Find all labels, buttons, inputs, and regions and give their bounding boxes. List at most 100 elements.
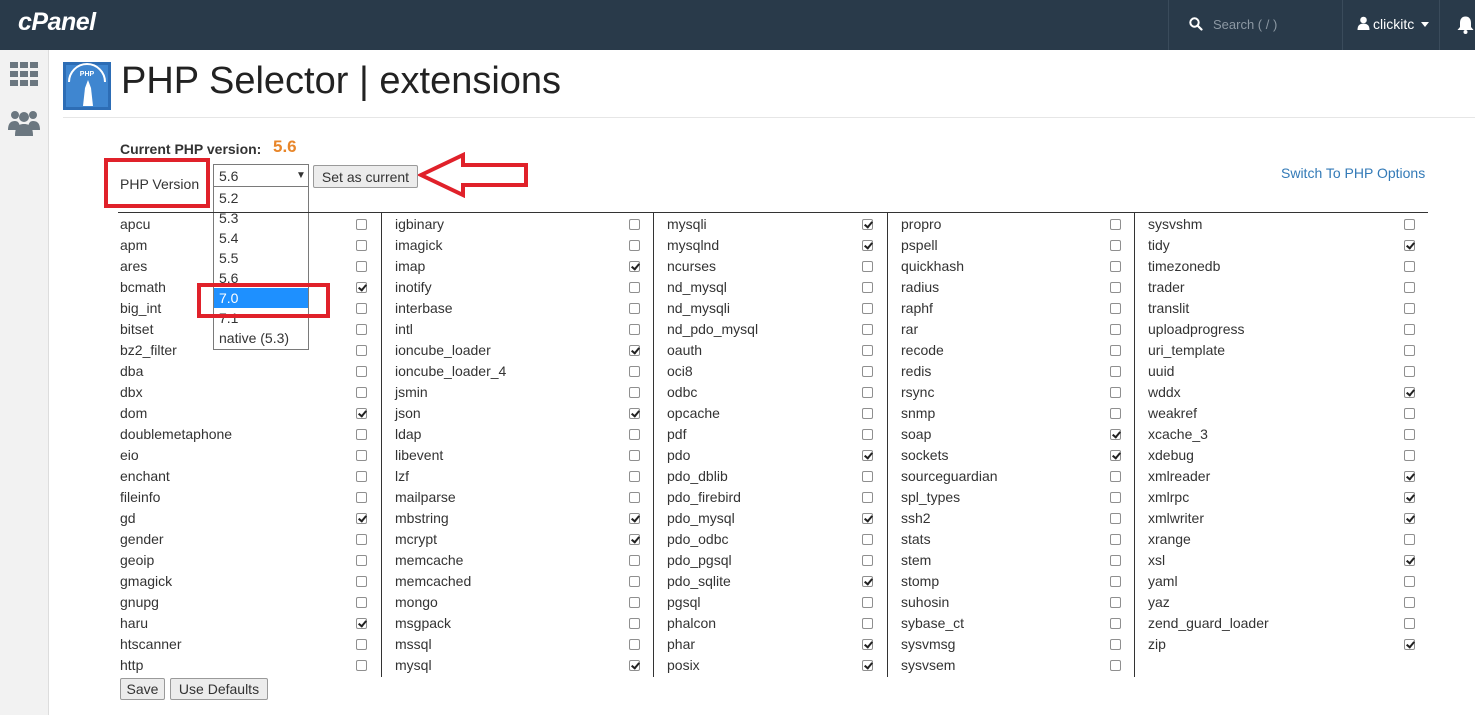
- extension-checkbox[interactable]: [356, 639, 367, 650]
- set-as-current-button[interactable]: Set as current: [313, 165, 418, 188]
- extension-checkbox[interactable]: [1404, 534, 1415, 545]
- extension-checkbox[interactable]: [629, 534, 640, 545]
- extension-checkbox[interactable]: [862, 534, 873, 545]
- extension-checkbox[interactable]: [862, 303, 873, 314]
- extension-checkbox[interactable]: [862, 555, 873, 566]
- search-input[interactable]: [1213, 14, 1333, 34]
- extension-checkbox[interactable]: [862, 240, 873, 251]
- extension-checkbox[interactable]: [629, 303, 640, 314]
- extension-checkbox[interactable]: [356, 429, 367, 440]
- extension-checkbox[interactable]: [862, 618, 873, 629]
- extension-checkbox[interactable]: [1404, 345, 1415, 356]
- extension-checkbox[interactable]: [1110, 282, 1121, 293]
- extension-checkbox[interactable]: [1404, 555, 1415, 566]
- extension-checkbox[interactable]: [862, 660, 873, 671]
- extension-checkbox[interactable]: [629, 219, 640, 230]
- bell-icon[interactable]: [1456, 15, 1475, 35]
- switch-to-php-options-link[interactable]: Switch To PHP Options: [1281, 165, 1425, 181]
- save-button[interactable]: Save: [120, 678, 165, 700]
- extension-checkbox[interactable]: [862, 282, 873, 293]
- extension-checkbox[interactable]: [1404, 219, 1415, 230]
- extension-checkbox[interactable]: [629, 408, 640, 419]
- extension-checkbox[interactable]: [862, 408, 873, 419]
- extension-checkbox[interactable]: [1110, 345, 1121, 356]
- extension-checkbox[interactable]: [356, 240, 367, 251]
- extension-checkbox[interactable]: [1110, 429, 1121, 440]
- extension-checkbox[interactable]: [629, 387, 640, 398]
- extension-checkbox[interactable]: [629, 240, 640, 251]
- users-icon[interactable]: [8, 108, 40, 136]
- extension-checkbox[interactable]: [862, 492, 873, 503]
- extension-checkbox[interactable]: [862, 597, 873, 608]
- extension-checkbox[interactable]: [629, 282, 640, 293]
- extension-checkbox[interactable]: [356, 618, 367, 629]
- extension-checkbox[interactable]: [356, 366, 367, 377]
- extension-checkbox[interactable]: [1404, 618, 1415, 629]
- extension-checkbox[interactable]: [862, 366, 873, 377]
- extension-checkbox[interactable]: [356, 660, 367, 671]
- extension-checkbox[interactable]: [356, 576, 367, 587]
- extension-checkbox[interactable]: [862, 513, 873, 524]
- extension-checkbox[interactable]: [356, 219, 367, 230]
- extension-checkbox[interactable]: [1404, 639, 1415, 650]
- extension-checkbox[interactable]: [862, 471, 873, 482]
- extension-checkbox[interactable]: [356, 513, 367, 524]
- extension-checkbox[interactable]: [862, 639, 873, 650]
- extension-checkbox[interactable]: [629, 597, 640, 608]
- search-box[interactable]: [1168, 0, 1343, 50]
- extension-checkbox[interactable]: [356, 492, 367, 503]
- extension-checkbox[interactable]: [629, 555, 640, 566]
- extension-checkbox[interactable]: [1404, 576, 1415, 587]
- extension-checkbox[interactable]: [1110, 261, 1121, 272]
- extension-checkbox[interactable]: [356, 555, 367, 566]
- extension-checkbox[interactable]: [1404, 303, 1415, 314]
- extension-checkbox[interactable]: [356, 471, 367, 482]
- extension-checkbox[interactable]: [1404, 366, 1415, 377]
- extension-checkbox[interactable]: [862, 345, 873, 356]
- extension-checkbox[interactable]: [862, 429, 873, 440]
- extension-checkbox[interactable]: [1110, 513, 1121, 524]
- extension-checkbox[interactable]: [629, 366, 640, 377]
- extension-checkbox[interactable]: [1110, 618, 1121, 629]
- extension-checkbox[interactable]: [862, 450, 873, 461]
- extension-checkbox[interactable]: [862, 387, 873, 398]
- extension-checkbox[interactable]: [356, 345, 367, 356]
- extension-checkbox[interactable]: [862, 576, 873, 587]
- extension-checkbox[interactable]: [629, 618, 640, 629]
- extension-checkbox[interactable]: [629, 492, 640, 503]
- extension-checkbox[interactable]: [356, 324, 367, 335]
- extension-checkbox[interactable]: [629, 513, 640, 524]
- extension-checkbox[interactable]: [356, 534, 367, 545]
- extension-checkbox[interactable]: [1404, 597, 1415, 608]
- extension-checkbox[interactable]: [1110, 576, 1121, 587]
- extension-checkbox[interactable]: [629, 324, 640, 335]
- extension-checkbox[interactable]: [1110, 555, 1121, 566]
- extension-checkbox[interactable]: [1110, 303, 1121, 314]
- extension-checkbox[interactable]: [629, 450, 640, 461]
- extension-checkbox[interactable]: [1404, 471, 1415, 482]
- extension-checkbox[interactable]: [1110, 534, 1121, 545]
- extension-checkbox[interactable]: [1110, 366, 1121, 377]
- extension-checkbox[interactable]: [1404, 387, 1415, 398]
- extension-checkbox[interactable]: [629, 639, 640, 650]
- extension-checkbox[interactable]: [1404, 513, 1415, 524]
- extension-checkbox[interactable]: [629, 345, 640, 356]
- extension-checkbox[interactable]: [356, 597, 367, 608]
- extension-checkbox[interactable]: [1110, 450, 1121, 461]
- extension-checkbox[interactable]: [862, 324, 873, 335]
- apps-grid-icon[interactable]: [10, 62, 38, 86]
- extension-checkbox[interactable]: [1110, 597, 1121, 608]
- extension-checkbox[interactable]: [356, 282, 367, 293]
- extension-checkbox[interactable]: [1110, 324, 1121, 335]
- extension-checkbox[interactable]: [356, 261, 367, 272]
- extension-checkbox[interactable]: [629, 576, 640, 587]
- extension-checkbox[interactable]: [1110, 240, 1121, 251]
- cpanel-logo[interactable]: cPanel: [18, 8, 96, 37]
- extension-checkbox[interactable]: [1404, 492, 1415, 503]
- extension-checkbox[interactable]: [862, 261, 873, 272]
- extension-checkbox[interactable]: [1404, 429, 1415, 440]
- extension-checkbox[interactable]: [1404, 240, 1415, 251]
- extension-checkbox[interactable]: [1404, 324, 1415, 335]
- extension-checkbox[interactable]: [1110, 492, 1121, 503]
- version-option[interactable]: 5.2: [214, 188, 308, 208]
